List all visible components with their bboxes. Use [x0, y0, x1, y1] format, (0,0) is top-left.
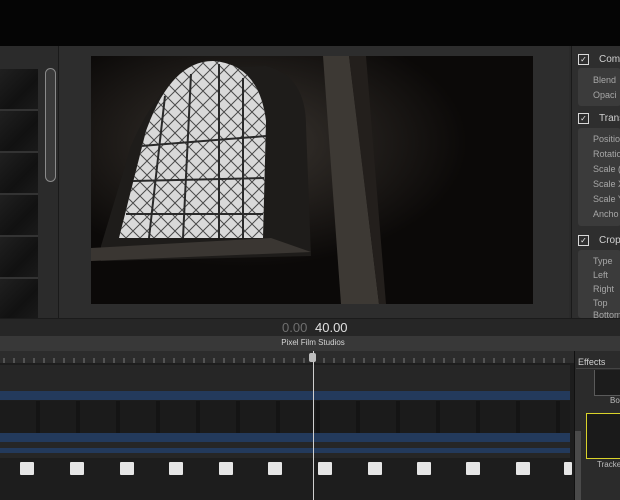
param-crop-right[interactable]: Right: [593, 284, 614, 294]
crop-checkbox[interactable]: ✓: [578, 235, 589, 246]
param-crop-bottom[interactable]: Bottom: [593, 310, 620, 318]
film-sprocket: [169, 462, 183, 475]
ruler-ticks: [3, 358, 565, 363]
section-compositing-label: Comp: [599, 54, 620, 65]
effects-divider: [576, 368, 620, 369]
media-thumbnail[interactable]: [0, 153, 38, 195]
film-sprocket: [20, 462, 34, 475]
transform-checkbox[interactable]: ✓: [578, 113, 589, 124]
param-opacity[interactable]: Opaci: [593, 90, 617, 100]
project-name: Pixel Film Studios: [281, 338, 345, 347]
param-scale-y[interactable]: Scale Y: [593, 194, 620, 204]
param-crop-type[interactable]: Type: [593, 256, 613, 266]
film-sprocket: [368, 462, 382, 475]
param-position[interactable]: Positio: [593, 134, 620, 144]
section-crop-label: Crop: [599, 235, 620, 246]
param-rotation[interactable]: Rotatio: [593, 149, 620, 159]
film-sprocket: [318, 462, 332, 475]
param-blend[interactable]: Blend: [593, 75, 616, 85]
film-sprocket: [516, 462, 530, 475]
current-timecode: 0.00: [282, 320, 308, 335]
media-thumbnail[interactable]: [0, 237, 38, 279]
playhead[interactable]: [313, 351, 314, 500]
effect-thumbnail-selected[interactable]: [586, 413, 620, 459]
effects-browser: Effects Bo Tracke: [574, 351, 620, 500]
video-track-header-2[interactable]: [0, 433, 570, 442]
media-thumbnail[interactable]: [0, 279, 38, 321]
media-thumbnail[interactable]: [0, 195, 38, 237]
effect-thumbnail[interactable]: [594, 370, 620, 396]
param-crop-left[interactable]: Left: [593, 270, 608, 280]
effect-label: Bo: [610, 396, 620, 405]
effects-title: Effects: [578, 357, 606, 367]
effect-label: Tracke: [597, 460, 620, 469]
video-clip-filmstrip[interactable]: [0, 401, 570, 433]
param-anchor[interactable]: Ancho: [593, 209, 619, 219]
film-sprocket: [268, 462, 282, 475]
video-track-header[interactable]: [0, 391, 570, 400]
media-browser: [0, 46, 59, 321]
top-bar: [0, 0, 620, 46]
viewer: [59, 46, 569, 318]
section-transform-label: Trans: [599, 113, 620, 124]
church-window-image: [91, 56, 533, 304]
browser-scrollbar[interactable]: [45, 68, 56, 182]
param-scale-all[interactable]: Scale (: [593, 164, 620, 174]
param-scale-x[interactable]: Scale X: [593, 179, 620, 189]
effects-scrollbar[interactable]: [575, 431, 581, 500]
track-background: [0, 365, 570, 391]
film-sprocket: [70, 462, 84, 475]
timecode-bar: 0.00 40.00: [0, 318, 620, 337]
film-sprocket: [564, 462, 572, 475]
project-name-bar: Pixel Film Studios: [0, 336, 620, 351]
media-thumbnail[interactable]: [0, 111, 38, 153]
film-sprocket: [466, 462, 480, 475]
playhead-handle[interactable]: [309, 353, 316, 362]
compositing-box: [578, 68, 620, 106]
film-sprocket: [219, 462, 233, 475]
timeline-ruler[interactable]: [0, 351, 574, 363]
film-sprocket: [120, 462, 134, 475]
timeline[interactable]: [0, 351, 574, 500]
audio-track[interactable]: [0, 448, 570, 453]
duration-timecode: 40.00: [315, 320, 348, 335]
param-crop-top[interactable]: Top: [593, 298, 608, 308]
media-thumbnail[interactable]: [0, 69, 38, 111]
comp-checkbox[interactable]: ✓: [578, 54, 589, 65]
video-preview[interactable]: [91, 56, 533, 304]
inspector-panel: ✓ Comp Blend Opaci ✓ Trans Positio Rotat…: [571, 46, 620, 318]
film-sprocket: [417, 462, 431, 475]
